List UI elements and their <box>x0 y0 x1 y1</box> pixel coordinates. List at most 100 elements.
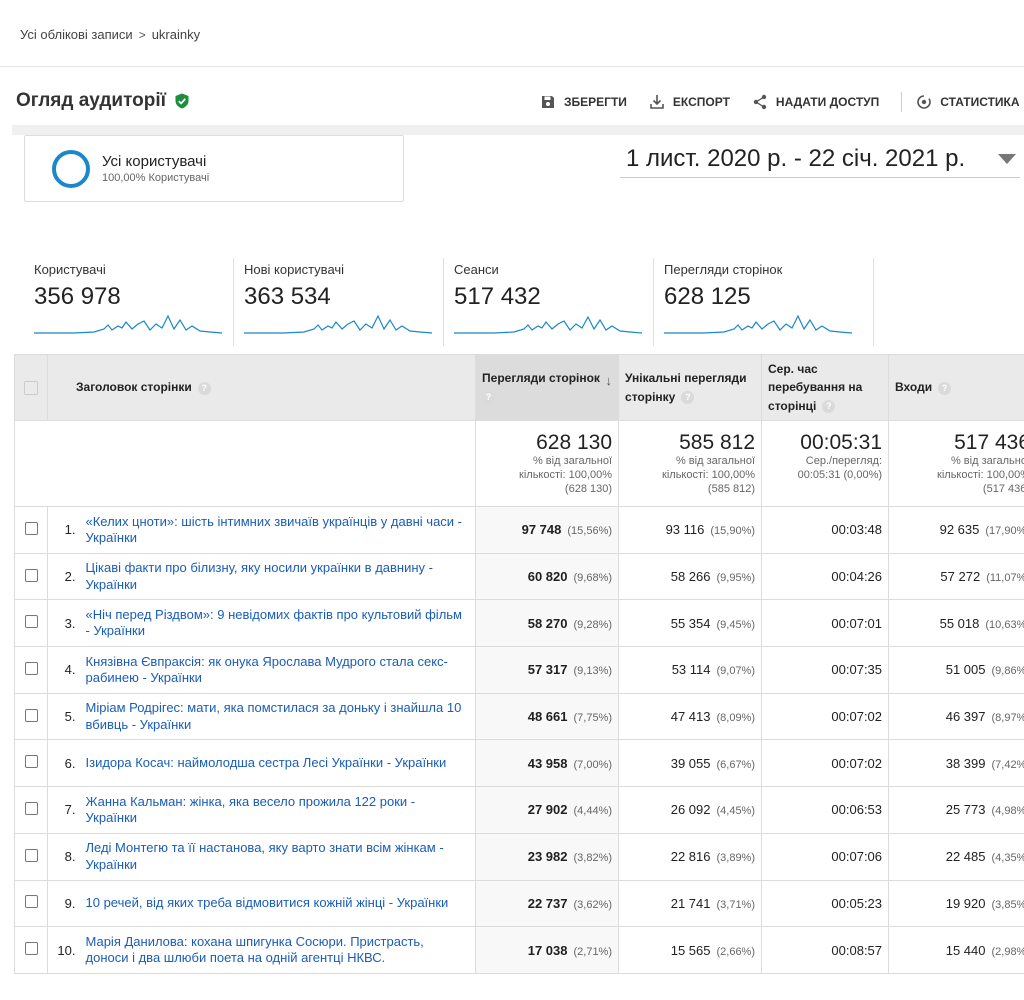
row-checkbox-cell <box>14 552 48 601</box>
entrances-cell: 19 920 (3,85%) <box>888 879 1024 928</box>
pageviews-pct: (9,28%) <box>573 618 613 631</box>
row-index: 7. <box>47 786 78 834</box>
entrances-pct: (10,63%) <box>985 618 1024 631</box>
entrances-cell: 92 635 (17,90%) <box>888 506 1024 554</box>
entrances-value: 38 399 <box>945 755 986 771</box>
page-title-link[interactable]: 10 речей, від яких треба відмовитися кож… <box>77 879 477 928</box>
col-entrances[interactable]: Входи? <box>888 354 1024 421</box>
date-range-picker[interactable]: 1 лист. 2020 р. - 22 січ. 2021 р. <box>620 140 1020 178</box>
save-button[interactable]: ЗБЕРЕГТИ <box>540 94 627 110</box>
pageviews-pct: (3,82%) <box>573 852 613 865</box>
help-icon[interactable]: ? <box>482 390 496 404</box>
row-checkbox[interactable] <box>24 895 38 909</box>
row-checkbox[interactable] <box>24 942 38 956</box>
col-avg-time-label: Сер. час перебування на сторінці <box>768 361 863 413</box>
unique-cell: 53 114 (9,07%) <box>618 646 763 694</box>
pageviews-value: 27 902 <box>527 802 568 818</box>
dropdown-arrow-icon <box>998 154 1016 164</box>
help-icon[interactable]: ? <box>938 381 952 395</box>
metric-pageviews[interactable]: Перегляди сторінок 628 125 <box>654 258 874 346</box>
unique-pct: (9,95%) <box>716 572 756 585</box>
metric-new-users[interactable]: Нові користувачі 363 534 <box>234 258 444 346</box>
unique-value: 39 055 <box>670 755 711 771</box>
pages-table-wrapper: Заголовок сторінки? ↓ Перегляди сторінок… <box>13 354 1024 974</box>
export-button[interactable]: ЕКСПОРТ <box>649 94 730 110</box>
metric-label: Користувачі <box>34 262 106 277</box>
page-title-link[interactable]: Марія Данилова: кохана шпигунка Сосюри. … <box>77 926 477 974</box>
row-checkbox-cell <box>14 646 48 694</box>
col-entrances-label: Входи <box>895 380 933 395</box>
breadcrumb-account[interactable]: ukrainky <box>152 27 200 42</box>
sort-desc-icon: ↓ <box>605 372 613 388</box>
col-avg-time[interactable]: Сер. час перебування на сторінці? <box>761 354 890 421</box>
help-icon[interactable]: ? <box>681 390 695 404</box>
row-checkbox[interactable] <box>24 521 38 535</box>
help-icon[interactable]: ? <box>197 381 211 395</box>
select-all-cell <box>14 354 48 421</box>
avg-time-cell: 00:07:01 <box>761 599 890 648</box>
insights-label: СТАТИСТИКА <box>940 95 1020 109</box>
row-checkbox[interactable] <box>24 755 38 769</box>
row-checkbox[interactable] <box>24 708 38 722</box>
pageviews-pct: (15,56%) <box>567 525 613 538</box>
entrances-cell: 51 005 (9,86%) <box>888 646 1024 694</box>
metric-users[interactable]: Користувачі 356 978 <box>24 258 234 346</box>
page-title-link[interactable]: «Ніч перед Різдвом»: 9 невідомих фактів … <box>77 599 477 648</box>
col-title-label: Заголовок сторінки <box>76 380 192 395</box>
report-toolbar: ЗБЕРЕГТИ ЕКСПОРТ НАДАТИ ДОСТУП СТАТИСТИК… <box>540 92 1024 112</box>
col-pageviews[interactable]: ↓ Перегляди сторінок? <box>475 354 620 421</box>
row-checkbox[interactable] <box>24 848 38 862</box>
pageviews-value: 23 982 <box>527 849 568 865</box>
metric-sessions[interactable]: Сеанси 517 432 <box>444 258 654 346</box>
page-title: Огляд аудиторії <box>16 90 167 111</box>
pageviews-cell: 22 737 (3,62%) <box>475 879 620 928</box>
segment-card[interactable]: Усі користувачі 100,00% Користувачі <box>24 135 404 202</box>
entrances-pct: (4,98%) <box>991 805 1024 818</box>
pageviews-pct: (4,44%) <box>573 805 613 818</box>
page-title-link[interactable]: Жанна Кальман: жінка, яка весело прожила… <box>77 786 477 834</box>
row-checkbox[interactable] <box>24 568 38 582</box>
pageviews-value: 57 317 <box>527 662 568 678</box>
page-title-link[interactable]: «Келих цноти»: шість інтимних звичаїв ук… <box>77 506 477 554</box>
table-row: 8. Леді Монтегю та її настанова, яку варт… <box>14 832 1024 881</box>
entrances-pct: (2,98%) <box>991 945 1024 958</box>
export-label: ЕКСПОРТ <box>672 95 730 109</box>
page-title-link[interactable]: Ізидора Косач: наймолодша сестра Лесі Ук… <box>77 739 477 788</box>
verified-shield-icon <box>175 93 189 109</box>
row-index: 6. <box>47 739 78 788</box>
unique-pct: (8,09%) <box>716 712 756 725</box>
avg-time-cell: 00:07:35 <box>761 646 890 694</box>
breadcrumb-root[interactable]: Усі облікові записи <box>20 27 133 42</box>
sparkline <box>244 314 432 334</box>
help-icon[interactable]: ? <box>822 400 836 414</box>
entrances-pct: (3,85%) <box>991 898 1024 911</box>
row-checkbox[interactable] <box>24 801 38 815</box>
metric-value: 356 978 <box>34 283 121 310</box>
total-sub: (585 812) <box>707 482 756 495</box>
avg-time-cell: 00:04:26 <box>761 552 890 601</box>
share-label: НАДАТИ ДОСТУП <box>775 95 880 109</box>
col-title[interactable]: Заголовок сторінки? <box>46 354 477 421</box>
unique-pct: (9,45%) <box>716 618 756 631</box>
share-button[interactable]: НАДАТИ ДОСТУП <box>752 94 879 110</box>
unique-cell: 26 092 (4,45%) <box>618 786 763 834</box>
insights-button[interactable]: СТАТИСТИКА <box>916 94 1020 110</box>
total-value: 00:05:31 <box>800 431 883 454</box>
pageviews-cell: 48 661 (7,75%) <box>475 692 620 741</box>
col-pageviews-label: Перегляди сторінок <box>482 370 600 385</box>
pageviews-cell: 97 748 (15,56%) <box>475 506 620 554</box>
page-title-link[interactable]: Князівна Євпраксія: як онука Ярослава Му… <box>77 646 477 694</box>
col-unique[interactable]: Унікальні перегляди сторінку? <box>618 354 763 421</box>
row-index: 4. <box>47 646 78 694</box>
avg-time-value: 00:06:53 <box>831 802 883 818</box>
avg-time-value: 00:03:48 <box>831 522 883 538</box>
select-all-checkbox[interactable] <box>24 380 38 395</box>
unique-pct: (3,71%) <box>716 898 756 911</box>
page-title-link[interactable]: Леді Монтегю та її настанова, яку варто … <box>77 832 477 881</box>
row-checkbox[interactable] <box>24 661 38 675</box>
page-title-link[interactable]: Цікаві факти про білизну, яку носили укр… <box>77 552 477 601</box>
row-checkbox[interactable] <box>24 615 38 629</box>
total-sub: кількості: 100,00% <box>662 468 756 481</box>
page-title-link[interactable]: Міріам Родрігес: мати, яка помстилася за… <box>77 692 477 741</box>
pageviews-cell: 23 982 (3,82%) <box>475 832 620 881</box>
